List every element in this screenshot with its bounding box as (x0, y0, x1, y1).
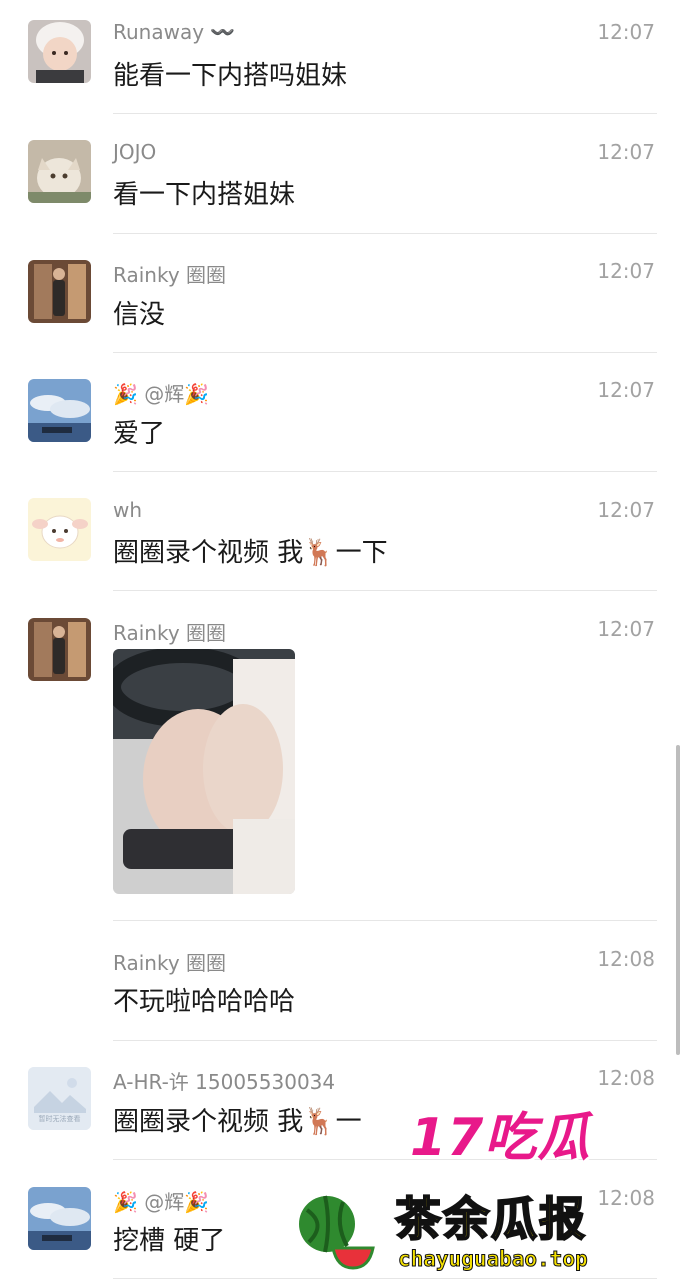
message-text: 能看一下内搭吗姐妹 (113, 61, 348, 91)
sheep-avatar-icon (28, 498, 91, 561)
sender-name: A-HR-许 15005530034 (113, 1070, 336, 1094)
sender-name: wh (113, 498, 143, 522)
message-time: 12:07 (597, 498, 655, 522)
avatar[interactable] (28, 260, 91, 323)
divider (113, 233, 657, 234)
message-text: 不玩啦哈哈哈哈 (113, 987, 296, 1017)
sender-name: JOJO (113, 140, 157, 164)
message-text: 看一下内搭姐妹 (113, 180, 296, 210)
divider (113, 1040, 657, 1041)
message-time: 12:07 (597, 20, 655, 44)
photo-message[interactable] (113, 649, 295, 894)
sender-name: 🎉 @辉🎉 (113, 382, 210, 406)
watermark-url: chayuguabao.top (398, 1247, 589, 1272)
message-time: 12:07 (597, 617, 655, 641)
watermark-title: 茶余瓜报 (394, 1191, 587, 1247)
avatar[interactable] (28, 1187, 91, 1250)
selfie-avatar-icon (28, 260, 91, 323)
photo-thumbnail-icon (113, 649, 295, 894)
message-text: 挖槽 硬了 (113, 1226, 226, 1256)
baby-avatar-icon (28, 20, 91, 83)
message-text: 圈圈录个视频 我🦌一下 (113, 538, 388, 568)
message-text: 信没 (113, 300, 166, 330)
chat-message-list[interactable]: Runaway 〰️ 12:07 能看一下内搭吗姐妹 JOJO 12:07 看一… (0, 0, 685, 1280)
scrollbar[interactable] (676, 745, 680, 1055)
divider (113, 920, 657, 921)
sky-avatar-icon (28, 1187, 91, 1250)
message-time: 12:07 (597, 259, 655, 283)
message-time: 12:08 (597, 947, 655, 971)
cat-avatar-icon (28, 140, 91, 203)
watermark-brand: 17吃瓜 (410, 1108, 591, 1168)
sky-avatar-icon (28, 379, 91, 442)
sender-name: Rainky 圈圈 (113, 621, 227, 645)
avatar[interactable] (28, 498, 91, 561)
avatar[interactable] (28, 618, 91, 681)
avatar[interactable]: 暂时无法查看 (28, 1067, 91, 1130)
avatar[interactable] (28, 379, 91, 442)
avatar[interactable] (28, 140, 91, 203)
watermark: 17吃瓜 茶余瓜报 chayuguabao.top (290, 1095, 685, 1280)
message-time: 12:08 (597, 1066, 655, 1090)
placeholder-avatar-icon: 暂时无法查看 (28, 1067, 91, 1130)
sender-name: Runaway 〰️ (113, 20, 236, 44)
message-text: 爱了 (113, 419, 166, 449)
watermelon-icon (299, 1195, 375, 1270)
avatar[interactable] (28, 20, 91, 83)
divider (113, 113, 657, 114)
message-time: 12:07 (597, 140, 655, 164)
message-time: 12:07 (597, 378, 655, 402)
divider (113, 590, 657, 591)
sender-name: Rainky 圈圈 (113, 951, 227, 975)
divider (113, 471, 657, 472)
sender-name: Rainky 圈圈 (113, 263, 227, 287)
sender-name: 🎉 @辉🎉 (113, 1190, 210, 1214)
divider (113, 352, 657, 353)
selfie-avatar-icon (28, 618, 91, 681)
avatar-caption: 暂时无法查看 (39, 1114, 81, 1123)
